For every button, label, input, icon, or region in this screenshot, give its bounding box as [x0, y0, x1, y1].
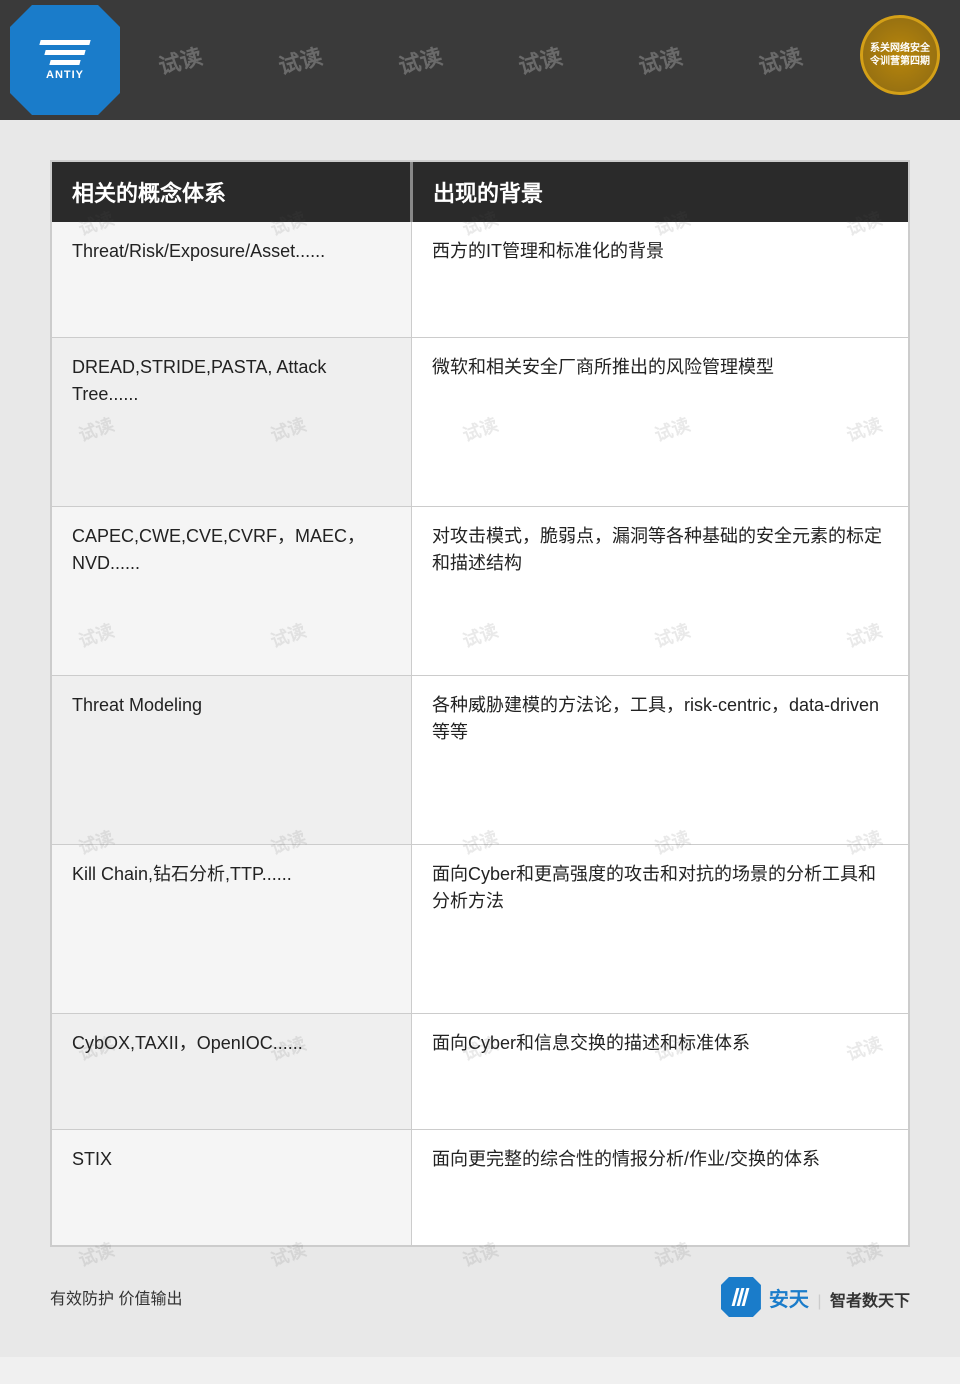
watermark-6: 试读: [755, 39, 806, 81]
row3-col2: 对攻击模式，脆弱点，漏洞等各种基础的安全元素的标定和描述结构: [412, 506, 908, 675]
header-badge: 系关网络安全令训营第四期: [855, 10, 945, 100]
footer-brand-name: 安天 | 智者数天下: [769, 1283, 910, 1312]
row4-col2: 各种威胁建模的方法论，工具，risk-centric，data-driven等等: [412, 675, 908, 844]
row5-col1: Kill Chain,钻石分析,TTP......: [52, 844, 412, 1013]
watermark-4: 试读: [515, 39, 566, 81]
row7-col2: 面向更完整的综合性的情报分析/作业/交换的体系: [412, 1129, 908, 1245]
row2-col1: DREAD,STRIDE,PASTA, Attack Tree......: [52, 338, 412, 507]
table-row: Threat/Risk/Exposure/Asset...... 西方的IT管理…: [52, 222, 908, 338]
footer-logo-icon: [721, 1277, 761, 1317]
header: ANTIY 试读 试读 试读 试读 试读 试读 试读 系关网络安全令训营第四期: [0, 0, 960, 120]
row3-col1: CAPEC,CWE,CVE,CVRF，MAEC，NVD......: [52, 506, 412, 675]
table-row: DREAD,STRIDE,PASTA, Attack Tree...... 微软…: [52, 338, 908, 507]
watermark-3: 试读: [395, 39, 446, 81]
row2-col2: 微软和相关安全厂商所推出的风险管理模型: [412, 338, 908, 507]
footer-brand: 安天 | 智者数天下: [721, 1277, 910, 1317]
row1-col2: 西方的IT管理和标准化的背景: [412, 222, 908, 338]
row6-col2: 面向Cyber和信息交换的描述和标准体系: [412, 1013, 908, 1129]
brand-name-text: 安天: [769, 1289, 809, 1311]
table-row: Kill Chain,钻石分析,TTP...... 面向Cyber和更高强度的攻…: [52, 844, 908, 1013]
watermark-1: 试读: [155, 39, 206, 81]
brand-sub-text: 智者数天下: [830, 1293, 910, 1310]
badge-text: 系关网络安全令训营第四期: [868, 42, 932, 68]
row7-col1: STIX: [52, 1129, 412, 1245]
row4-col1: Threat Modeling: [52, 675, 412, 844]
footer-logo: [721, 1277, 761, 1317]
row1-col1: Threat/Risk/Exposure/Asset......: [52, 222, 412, 338]
table-row: STIX 面向更完整的综合性的情报分析/作业/交换的体系: [52, 1129, 908, 1245]
logo: ANTIY: [10, 5, 120, 115]
watermark-5: 试读: [635, 39, 686, 81]
table-row: CybOX,TAXII，OpenIOC...... 面向Cyber和信息交换的描…: [52, 1013, 908, 1129]
logo-text: ANTIY: [46, 69, 84, 81]
col1-header: 相关的概念体系: [52, 162, 412, 222]
table-wrapper: 相关的概念体系 出现的背景 Threat/Risk/Exposure/Asset…: [50, 160, 910, 1247]
col2-header: 出现的背景: [412, 162, 908, 222]
main-content: 相关的概念体系 出现的背景 Threat/Risk/Exposure/Asset…: [0, 120, 960, 1357]
table-row: Threat Modeling 各种威胁建模的方法论，工具，risk-centr…: [52, 675, 908, 844]
row5-col2: 面向Cyber和更高强度的攻击和对抗的场景的分析工具和分析方法: [412, 844, 908, 1013]
concepts-table: 相关的概念体系 出现的背景 Threat/Risk/Exposure/Asset…: [52, 162, 908, 1245]
header-watermark-area: 试读 试读 试读 试读 试读 试读 试读: [120, 0, 960, 120]
row6-col1: CybOX,TAXII，OpenIOC......: [52, 1013, 412, 1129]
footer-tagline: 有效防护 价值输出: [50, 1285, 182, 1309]
footer: 有效防护 价值输出 安天 | 智者数天下: [50, 1267, 910, 1317]
watermark-2: 试读: [275, 39, 326, 81]
table-row: CAPEC,CWE,CVE,CVRF，MAEC，NVD...... 对攻击模式，…: [52, 506, 908, 675]
